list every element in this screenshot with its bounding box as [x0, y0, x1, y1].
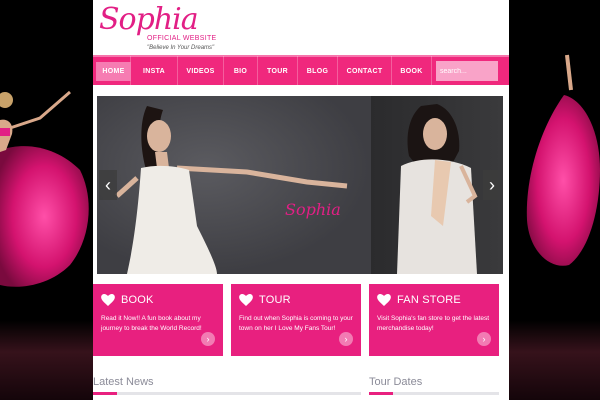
feature-box-title: FAN STORE — [377, 294, 491, 306]
nav-item-book[interactable]: BOOK — [392, 56, 432, 86]
hero-slider[interactable]: Sophia ‹ › — [97, 96, 503, 274]
dancer-photo-illustration — [115, 106, 348, 274]
heart-icon — [377, 294, 391, 306]
feature-box-title: TOUR — [239, 294, 353, 306]
search-input[interactable] — [436, 61, 498, 81]
feature-box-book[interactable]: BOOK Read it Now!! A fun book about my j… — [93, 284, 223, 356]
nav-item-tour[interactable]: TOUR — [258, 56, 298, 86]
slider-next-button[interactable]: › — [483, 170, 501, 200]
feature-box-arrow-button[interactable]: › — [201, 332, 215, 346]
feature-box-text: Read it Now!! A fun book about my journe… — [101, 315, 202, 332]
feature-box-arrow-button[interactable]: › — [339, 332, 353, 346]
nav-item-blog[interactable]: BLOG — [298, 56, 338, 86]
logo-tagline: "Believe In Your Dreams" — [147, 45, 215, 51]
nav-item-videos[interactable]: VIDEOS — [178, 56, 224, 86]
nav-item-bio[interactable]: BIO — [224, 56, 258, 86]
slider-prev-button[interactable]: ‹ — [99, 170, 117, 200]
latest-news-divider — [93, 392, 361, 395]
slider-signature: Sophia — [285, 200, 341, 219]
nav-item-insta[interactable]: INSTA — [131, 56, 178, 86]
feature-box-text: Visit Sophia's fan store to get the late… — [377, 315, 490, 332]
logo-name: Sophia — [99, 2, 199, 37]
latest-news-heading: Latest News — [93, 376, 154, 388]
feature-boxes: BOOK Read it Now!! A fun book about my j… — [93, 284, 509, 356]
background-photo-left — [0, 0, 93, 400]
feature-box-tour[interactable]: TOUR Find out when Sophia is coming to y… — [231, 284, 361, 356]
tour-dates-heading: Tour Dates — [369, 376, 423, 388]
feature-box-title: BOOK — [101, 294, 215, 306]
heart-icon — [101, 294, 115, 306]
main-navigation: HOME INSTA VIDEOS BIO TOUR BLOG CONTACT … — [93, 55, 509, 86]
site-logo[interactable]: Sophia OFFICIAL WEBSITE "Believe In Your… — [97, 2, 237, 54]
main-page: Sophia OFFICIAL WEBSITE "Believe In Your… — [93, 0, 509, 400]
tour-dates-divider — [369, 392, 499, 395]
slide-photo-main: Sophia — [97, 96, 371, 274]
heart-icon — [239, 294, 253, 306]
feature-box-fan-store[interactable]: FAN STORE Visit Sophia's fan store to ge… — [369, 284, 499, 356]
nav-item-contact[interactable]: CONTACT — [338, 56, 392, 86]
logo-subtitle: OFFICIAL WEBSITE — [147, 35, 217, 42]
feature-box-arrow-button[interactable]: › — [477, 332, 491, 346]
nav-item-home[interactable]: HOME — [96, 56, 131, 86]
background-photo-right — [509, 0, 600, 400]
feature-box-text: Find out when Sophia is coming to your t… — [239, 315, 353, 332]
